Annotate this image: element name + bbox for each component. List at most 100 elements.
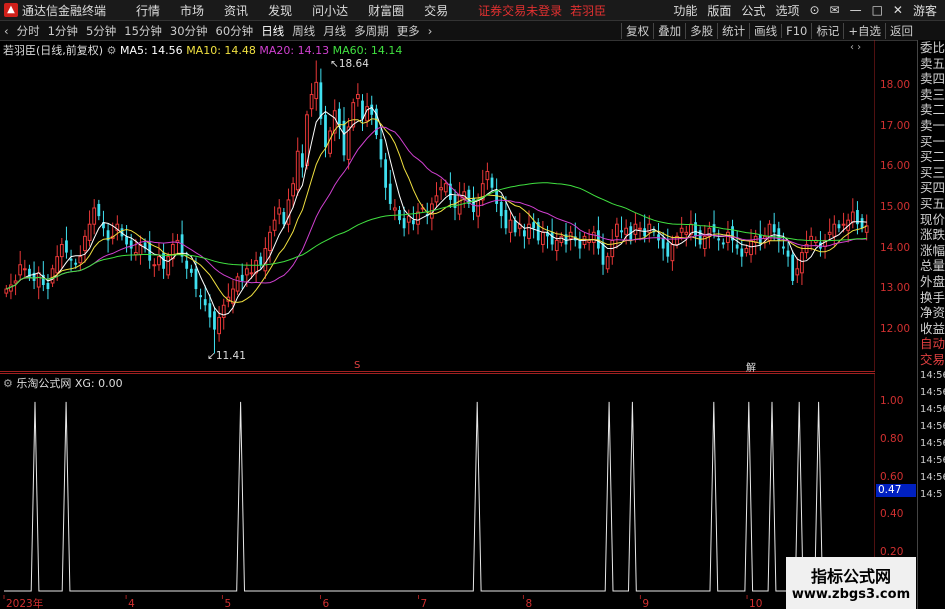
candle-body [185,260,189,269]
time-tick-label: 6 [322,598,329,609]
cursor-value: 0.47 [876,484,916,497]
side-label[interactable]: 涨跌 [918,227,945,243]
tool-diejia[interactable]: 叠加 [653,22,685,39]
chart-zoom-icons[interactable]: ‹ › [850,42,861,53]
candle-body [342,120,346,156]
xg-indicator-chart[interactable] [0,373,875,595]
tab-weekly[interactable]: 周线 [292,23,315,39]
maximize-icon[interactable]: □ [872,3,883,17]
side-label[interactable]: 买一 [918,134,945,150]
side-label[interactable]: 交易 [918,352,945,368]
tool-biaoji[interactable]: 标记 [811,22,843,39]
menu-faxian[interactable]: 发现 [268,2,292,19]
side-label[interactable]: 委比 [918,40,945,56]
tab-5min[interactable]: 5分钟 [86,23,116,39]
side-label[interactable]: 买四 [918,180,945,196]
guest-label[interactable]: 游客 [913,2,937,19]
side-label[interactable]: 自动 [918,336,945,352]
tool-duogu[interactable]: 多股 [685,22,717,39]
sub-tick-label: 1.00 [880,394,904,407]
settings-icon[interactable]: ⚙ [107,44,117,57]
candle-body [504,210,508,229]
menu-gongneng[interactable]: 功能 [673,2,697,19]
candle-body [152,264,157,267]
time-tick-label: 4 [128,598,135,609]
more-arrow-icon[interactable]: › [428,24,433,38]
ma10-line [6,118,867,303]
side-label[interactable]: 涨幅 [918,243,945,259]
tab-15min[interactable]: 15分钟 [124,23,162,39]
candle-body [74,262,78,265]
candle-body [157,256,161,266]
menu-shichang[interactable]: 市场 [180,2,204,19]
side-label[interactable]: 总量 [918,258,945,274]
candle-body [125,236,128,245]
tab-30min[interactable]: 30分钟 [170,23,208,39]
candle-body [346,126,351,160]
candle-body [97,203,101,217]
menu-caifuquan[interactable]: 财富圈 [368,2,404,19]
period-prev-icon[interactable]: ‹ [4,24,9,38]
side-label[interactable]: 买五 [918,196,945,212]
candle-body [523,230,526,237]
sub-settings-icon[interactable]: ⚙ [3,377,13,390]
low-price-label: ↙11.41 [207,350,246,362]
tab-1min[interactable]: 1分钟 [48,23,78,39]
close-icon[interactable]: ✕ [893,3,903,17]
candle-body [355,94,360,100]
tool-fanhui[interactable]: 返回 [885,22,917,39]
tab-multi-period[interactable]: 多周期 [354,23,389,39]
candle-body [83,235,87,252]
side-label[interactable]: 卖一 [918,118,945,134]
login-warning[interactable]: 证券交易未登录 [478,2,562,19]
side-label[interactable]: 换手 [918,290,945,306]
candle-body [129,240,133,249]
watermark-line2: www.zbgs3.com [791,587,911,602]
candlestick-chart[interactable] [0,40,875,372]
candle-body [416,211,420,225]
candle-body [379,139,383,160]
message-icon[interactable]: ✉ [830,3,840,17]
candle-body [568,231,573,239]
minimize-icon[interactable]: — [850,3,862,17]
side-label[interactable]: 卖五 [918,56,945,72]
tool-huaxian[interactable]: 画线 [749,22,781,39]
side-label[interactable]: 买三 [918,165,945,181]
side-label[interactable]: 现价 [918,212,945,228]
candle-body [268,231,272,252]
menu-wenxiaoda[interactable]: 问小达 [312,2,348,19]
tab-monthly[interactable]: 月线 [323,23,346,39]
candle-body [791,254,795,281]
tool-zixuan[interactable]: +自选 [843,22,885,39]
tool-f10[interactable]: F10 [781,23,811,38]
side-label[interactable]: 外盘 [918,274,945,290]
candle-body [59,243,64,258]
tab-more[interactable]: 更多 [397,23,420,39]
help-icon[interactable]: ⊙ [809,3,819,17]
menu-banmian[interactable]: 版面 [707,2,731,19]
side-label[interactable]: 买二 [918,149,945,165]
candle-body [527,223,531,239]
candle-body [860,218,864,229]
menu-xuanxiang[interactable]: 选项 [775,2,799,19]
side-label[interactable]: 净资 [918,305,945,321]
tab-fenshi[interactable]: 分时 [17,23,40,39]
menu-gongshi[interactable]: 公式 [741,2,765,19]
side-label[interactable]: 收益 [918,321,945,337]
menu-zixun[interactable]: 资讯 [224,2,248,19]
tick-time: 14:5 [920,489,943,501]
tick-time: 14:56 [920,455,945,467]
menu-jiaoyi[interactable]: 交易 [424,2,448,19]
side-label[interactable]: 卖三 [918,87,945,103]
candle-body [309,94,314,110]
tab-60min[interactable]: 60分钟 [216,23,254,39]
side-label[interactable]: 卖四 [918,71,945,87]
candle-body [744,248,749,254]
menu-hangqing[interactable]: 行情 [136,2,160,19]
tool-fuquan[interactable]: 复权 [621,22,653,39]
candle-body [670,243,675,262]
tool-tongji[interactable]: 统计 [717,22,749,39]
side-label[interactable]: 卖二 [918,102,945,118]
candle-body [55,256,60,274]
tab-daily[interactable]: 日线 [261,23,284,39]
